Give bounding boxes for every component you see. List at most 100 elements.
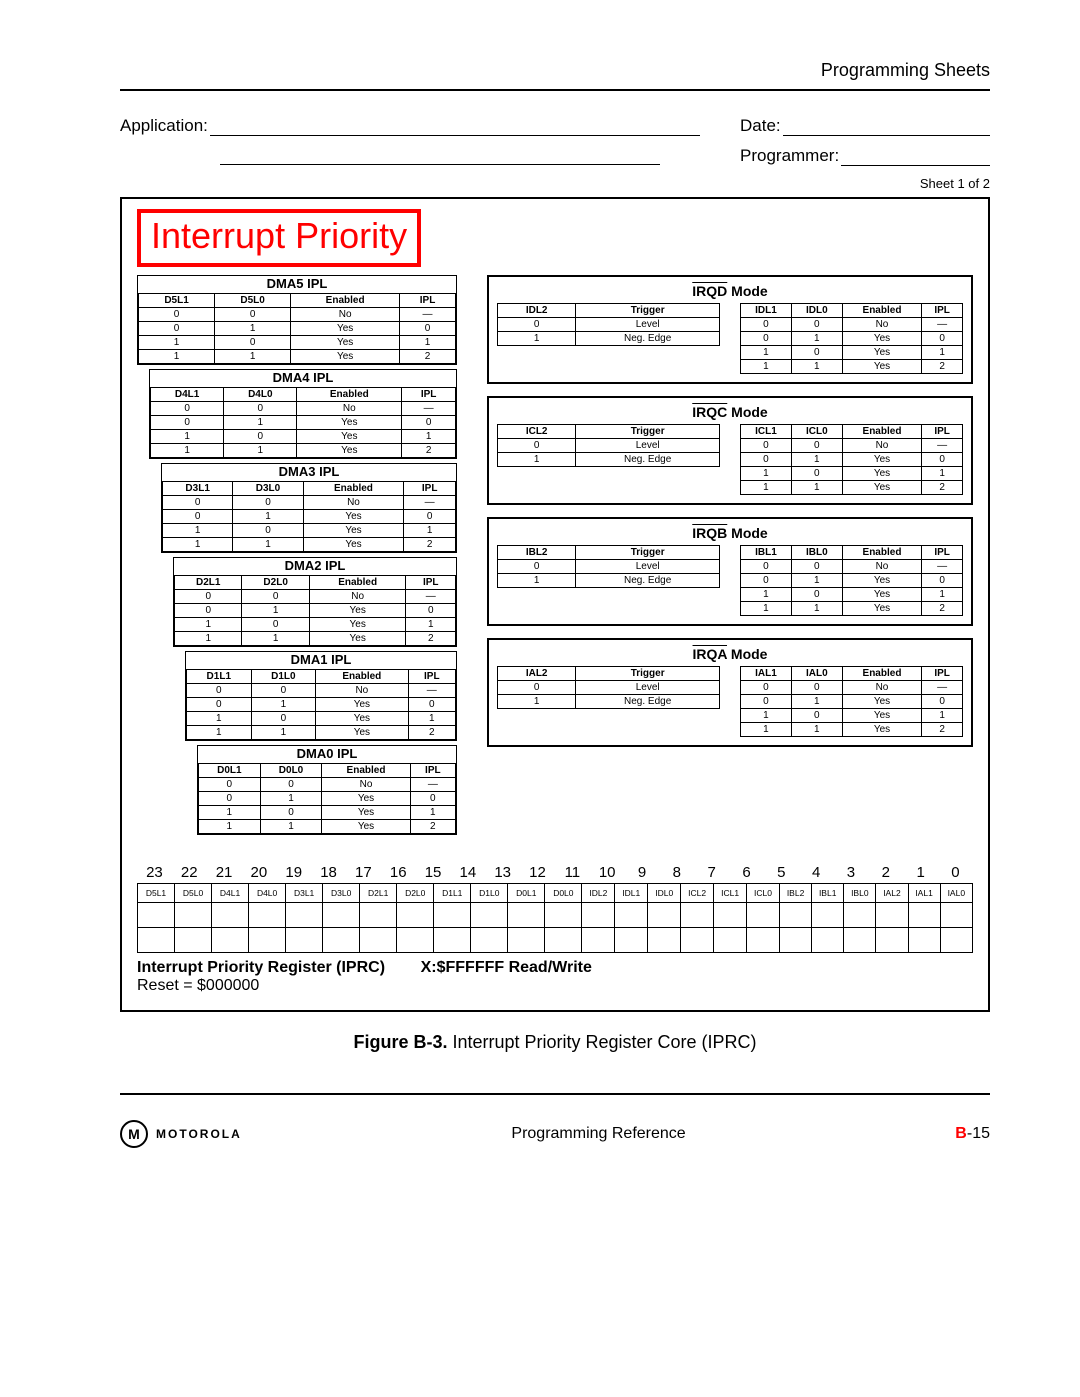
top-rule: [120, 89, 990, 91]
bit-cell[interactable]: [212, 903, 249, 928]
date-field[interactable]: [783, 117, 990, 136]
bit-label: D5L1: [138, 884, 175, 903]
bit-cell[interactable]: [681, 928, 714, 953]
bit-number: 13: [485, 864, 520, 881]
bit-cell[interactable]: [615, 928, 648, 953]
bit-cell[interactable]: [138, 903, 175, 928]
bit-number: 2: [868, 864, 903, 881]
bit-label: IDL0: [648, 884, 681, 903]
dma-table-dma0-ipl: DMA0 IPLD0L1D0L0EnabledIPL00No—01Yes010Y…: [197, 745, 457, 835]
bit-cell[interactable]: [212, 928, 249, 953]
footer-center: Programming Reference: [511, 1125, 685, 1143]
bit-cell[interactable]: [360, 903, 397, 928]
footer-page-suffix: -15: [967, 1125, 990, 1142]
dma-table-dma4-ipl: DMA4 IPLD4L1D4L0EnabledIPL00No—01Yes010Y…: [149, 369, 457, 459]
bit-label: IAL2: [876, 884, 908, 903]
application-field-2[interactable]: [220, 146, 660, 165]
bit-cell[interactable]: [747, 903, 780, 928]
bit-label: D1L1: [434, 884, 471, 903]
footer-page: B-15: [955, 1125, 990, 1143]
bit-cell[interactable]: [648, 903, 681, 928]
dma-tables-column: DMA5 IPLD5L1D5L0EnabledIPL00No—01Yes010Y…: [137, 275, 457, 839]
bit-cell[interactable]: [545, 928, 582, 953]
bit-cell[interactable]: [908, 928, 940, 953]
bit-cell[interactable]: [876, 903, 908, 928]
bit-cell[interactable]: [615, 903, 648, 928]
footer-page-prefix: B: [955, 1125, 967, 1142]
dma-table-dma2-ipl: DMA2 IPLD2L1D2L0EnabledIPL00No—01Yes010Y…: [173, 557, 457, 647]
bit-cell[interactable]: [908, 903, 940, 928]
application-field[interactable]: [210, 117, 700, 136]
bit-cell[interactable]: [844, 928, 876, 953]
irq-mode-irqa: IRQA ModeIAL2Trigger0Level1Neg. EdgeIAL1…: [487, 638, 973, 747]
bit-cell[interactable]: [434, 903, 471, 928]
bit-cell[interactable]: [175, 903, 212, 928]
bit-cell[interactable]: [471, 928, 508, 953]
bit-label: IBL0: [844, 884, 876, 903]
bit-number: 19: [276, 864, 311, 881]
irq-mode-irqc: IRQC ModeICL2Trigger0Level1Neg. EdgeICL1…: [487, 396, 973, 505]
bit-cell[interactable]: [747, 928, 780, 953]
bit-cell[interactable]: [249, 928, 286, 953]
bit-cell[interactable]: [714, 903, 747, 928]
bit-number: 11: [555, 864, 590, 881]
bit-cell[interactable]: [876, 928, 908, 953]
bit-cell[interactable]: [648, 928, 681, 953]
bit-number: 23: [137, 864, 172, 881]
bit-number: 12: [520, 864, 555, 881]
bit-cell[interactable]: [780, 903, 812, 928]
bit-cell[interactable]: [175, 928, 212, 953]
bit-cell[interactable]: [844, 903, 876, 928]
header-section: Programming Sheets: [120, 60, 990, 81]
bit-cell[interactable]: [812, 928, 844, 953]
bit-cell[interactable]: [508, 928, 545, 953]
bit-cell[interactable]: [545, 903, 582, 928]
bit-cell[interactable]: [681, 903, 714, 928]
bit-cell[interactable]: [582, 928, 615, 953]
bit-cell[interactable]: [812, 903, 844, 928]
programmer-field[interactable]: [841, 147, 990, 166]
bit-cell[interactable]: [471, 903, 508, 928]
bit-cell[interactable]: [249, 903, 286, 928]
bit-cell[interactable]: [714, 928, 747, 953]
bit-number: 3: [834, 864, 869, 881]
bit-number: 8: [659, 864, 694, 881]
bit-cell[interactable]: [286, 928, 323, 953]
bit-number: 5: [764, 864, 799, 881]
bit-number: 9: [625, 864, 660, 881]
bit-cell[interactable]: [940, 928, 972, 953]
register-addr: X:$FFFFFF Read/Write: [421, 959, 592, 976]
footer-brand: MOTOROLA: [156, 1127, 242, 1141]
dma-table-dma1-ipl: DMA1 IPLD1L1D1L0EnabledIPL00No—01Yes010Y…: [185, 651, 457, 741]
bit-cell[interactable]: [397, 903, 434, 928]
bit-cell[interactable]: [940, 903, 972, 928]
sheet-info: Sheet 1 of 2: [120, 176, 990, 191]
bit-cell[interactable]: [286, 903, 323, 928]
bit-number: 4: [799, 864, 834, 881]
bit-label: IBL2: [780, 884, 812, 903]
register-reset: Reset = $000000: [137, 977, 259, 994]
bit-cell[interactable]: [397, 928, 434, 953]
application-label: Application:: [120, 116, 208, 136]
bit-label: IDL1: [615, 884, 648, 903]
bit-label: IBL1: [812, 884, 844, 903]
footer-logo: M MOTOROLA: [120, 1120, 242, 1148]
bit-cell[interactable]: [323, 928, 360, 953]
bit-cell[interactable]: [582, 903, 615, 928]
bit-number: 21: [207, 864, 242, 881]
bit-label: D3L0: [323, 884, 360, 903]
bit-cell[interactable]: [323, 903, 360, 928]
bit-label: ICL0: [747, 884, 780, 903]
bit-number: 14: [450, 864, 485, 881]
bit-number: 22: [172, 864, 207, 881]
bit-number: 17: [346, 864, 381, 881]
bit-label: D2L1: [360, 884, 397, 903]
bit-cell[interactable]: [360, 928, 397, 953]
bit-cell[interactable]: [434, 928, 471, 953]
bit-cell[interactable]: [780, 928, 812, 953]
bit-label: IAL1: [908, 884, 940, 903]
bit-label: D5L0: [175, 884, 212, 903]
bit-cell[interactable]: [508, 903, 545, 928]
bit-cell[interactable]: [138, 928, 175, 953]
programmer-label: Programmer:: [740, 146, 839, 166]
